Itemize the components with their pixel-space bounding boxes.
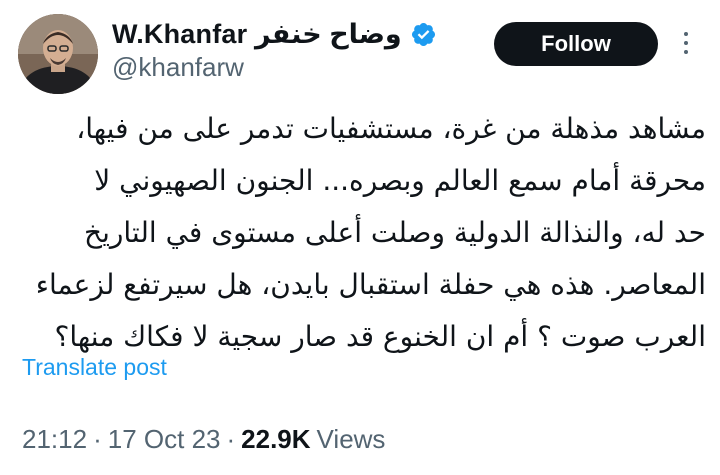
tweet-time[interactable]: 21:12 bbox=[22, 424, 87, 455]
meta-separator: · bbox=[226, 424, 236, 454]
more-dot bbox=[684, 41, 688, 45]
views-count: 22.9K bbox=[241, 424, 311, 454]
avatar[interactable] bbox=[18, 14, 98, 94]
verified-badge-icon bbox=[410, 21, 437, 48]
author-display-name[interactable]: W.Khanfar وضاح خنفر bbox=[112, 19, 402, 50]
tweet-card: W.Khanfar وضاح خنفر @khanfarw Follow مشا… bbox=[0, 0, 720, 475]
more-dot bbox=[684, 32, 688, 36]
translate-post-link[interactable]: Translate post bbox=[22, 354, 167, 381]
more-dot bbox=[684, 50, 688, 54]
tweet-date[interactable]: 17 Oct 23 bbox=[108, 424, 221, 455]
author-handle[interactable]: @khanfarw bbox=[112, 52, 244, 83]
profile-photo-image bbox=[18, 14, 98, 94]
tweet-meta: 21:12 · 17 Oct 23 · 22.9K Views bbox=[22, 424, 385, 455]
views-label: Views bbox=[316, 424, 386, 454]
tweet-text-line: محرقة أمام سمع العالم وبصره... الجنون ال… bbox=[94, 164, 706, 197]
more-options-icon[interactable] bbox=[676, 26, 696, 60]
tweet-text-line: حد له، والنذالة الدولية وصلت أعلى مستوى … bbox=[84, 216, 706, 249]
tweet-text-line: مشاهد مذهلة من غرة، مستشفيات تدمر على من… bbox=[76, 112, 706, 145]
author-name-row[interactable]: W.Khanfar وضاح خنفر bbox=[112, 16, 437, 52]
meta-separator: · bbox=[93, 424, 102, 454]
tweet-text: مشاهد مذهلة من غرة، مستشفيات تدمر على من… bbox=[14, 103, 706, 363]
tweet-text-line: المعاصر. هذه هي حفلة استقبال بايدن، هل س… bbox=[35, 268, 706, 301]
follow-button[interactable]: Follow bbox=[494, 22, 658, 66]
